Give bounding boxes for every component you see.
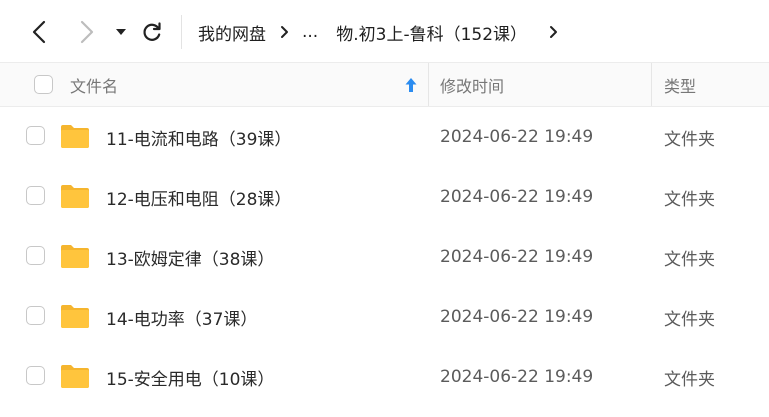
column-divider[interactable] [428,63,429,106]
column-header-type[interactable]: 类型 [664,63,696,106]
row-checkbox[interactable] [26,246,45,265]
breadcrumb: 我的网盘 ... 物.初3上-鲁科（152课） [198,19,571,45]
column-header-modified[interactable]: 修改时间 [440,63,504,106]
breadcrumb-current[interactable]: 物.初3上-鲁科（152课） [336,20,527,45]
table-body: 11-电流和电路（39课） 2024-06-22 19:49 文件夹 12-电压… [0,107,769,407]
table-row[interactable]: 15-安全用电（10课） 2024-06-22 19:49 文件夹 [0,347,769,407]
toolbar-divider [181,15,182,49]
file-type: 文件夹 [664,309,715,330]
history-dropdown-button[interactable] [110,18,132,46]
toolbar: 我的网盘 ... 物.初3上-鲁科（152课） [0,0,769,62]
table-row[interactable]: 14-电功率（37课） 2024-06-22 19:49 文件夹 [0,287,769,347]
row-checkbox[interactable] [26,306,45,325]
modified-time: 2024-06-22 19:49 [440,187,594,207]
table-header: 文件名 修改时间 类型 [0,62,769,107]
folder-icon [61,185,89,208]
column-header-modified-label: 修改时间 [440,76,505,96]
refresh-icon [143,22,161,41]
file-name[interactable]: 12-电压和电阻（28课） [106,167,291,227]
table-row[interactable]: 11-电流和电路（39课） 2024-06-22 19:49 文件夹 [0,107,769,167]
forward-button[interactable] [74,18,100,46]
file-table: 文件名 修改时间 类型 11-电流和电路（39课） 2024-06-22 19:… [0,62,769,407]
file-name[interactable]: 14-电功率（37课） [106,287,257,347]
folder-icon [61,245,89,268]
row-checkbox[interactable] [26,186,45,205]
chevron-right-icon [80,20,94,44]
file-name[interactable]: 11-电流和电路（39课） [106,107,291,167]
folder-icon [61,305,89,328]
row-checkbox[interactable] [26,126,45,145]
table-row[interactable]: 12-电压和电阻（28课） 2024-06-22 19:49 文件夹 [0,167,769,227]
chevron-left-icon [32,20,46,44]
column-divider[interactable] [651,63,652,106]
file-type: 文件夹 [664,189,715,210]
refresh-button[interactable] [139,18,165,46]
modified-time: 2024-06-22 19:49 [440,367,594,387]
chevron-right-icon[interactable] [545,24,561,40]
back-button[interactable] [26,18,52,46]
file-type: 文件夹 [664,129,715,150]
folder-icon [61,365,89,388]
table-row[interactable]: 13-欧姆定律（38课） 2024-06-22 19:49 文件夹 [0,227,769,287]
column-header-name[interactable]: 文件名 [70,63,118,106]
select-all-cell [34,63,53,106]
file-type: 文件夹 [664,369,715,390]
file-name[interactable]: 13-欧姆定律（38课） [106,227,274,287]
folder-icon [61,125,89,148]
column-header-type-label: 类型 [664,76,697,96]
chevron-right-icon [276,24,292,40]
modified-time: 2024-06-22 19:49 [440,247,594,267]
breadcrumb-ellipsis[interactable]: ... [302,22,318,42]
file-name[interactable]: 15-安全用电（10课） [106,347,274,407]
select-all-checkbox[interactable] [34,75,53,94]
caret-down-icon [116,29,126,35]
file-type: 文件夹 [664,249,715,270]
modified-time: 2024-06-22 19:49 [440,307,594,327]
modified-time: 2024-06-22 19:49 [440,127,594,147]
sort-ascending-icon[interactable] [404,77,418,93]
breadcrumb-root[interactable]: 我的网盘 [198,20,266,45]
column-header-name-label: 文件名 [70,76,119,96]
row-checkbox[interactable] [26,366,45,385]
